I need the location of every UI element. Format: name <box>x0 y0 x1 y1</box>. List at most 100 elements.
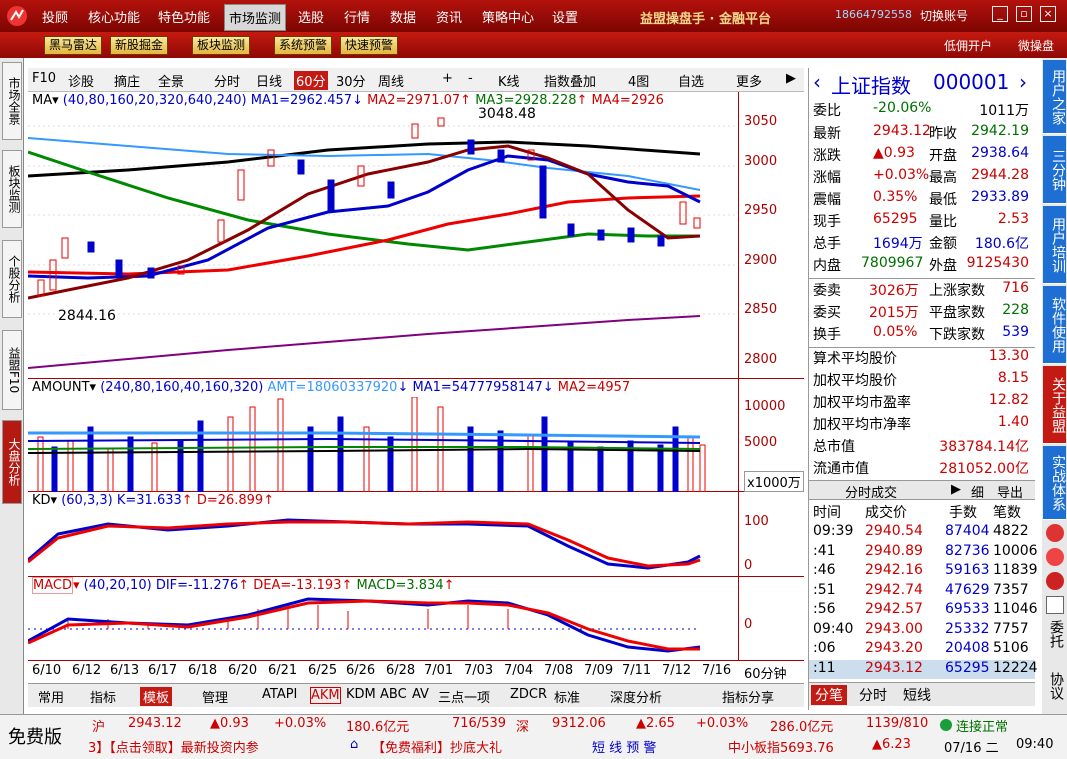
macd-pane[interactable]: MACD▾ (40,20,10) DIF=-11.276↑ DEA=-13.19… <box>28 577 804 661</box>
tab-template[interactable]: 模板 <box>140 687 173 706</box>
60min-button[interactable]: 60分 <box>294 71 328 90</box>
menu-item[interactable]: 投顾 <box>42 7 68 26</box>
tick-row[interactable]: :56 2942.57 69533 11046 <box>809 601 1038 620</box>
kd-label[interactable]: KD <box>32 493 51 508</box>
kd-pane[interactable]: KD▾ (60,3,3) K=31.633↑ D=26.899↑ 100 0 <box>28 492 804 577</box>
tab-av[interactable]: AV <box>412 687 429 702</box>
tab-abc[interactable]: ABC <box>380 687 407 702</box>
micro-trade-link[interactable]: 微操盘 <box>1018 37 1054 54</box>
zoom-in-button[interactable]: + <box>442 71 453 86</box>
index-overlay-dropdown[interactable]: 指数叠加 <box>544 71 596 90</box>
tab-zdcr[interactable]: ZDCR <box>510 687 547 702</box>
tab-manage[interactable]: 管理 <box>202 687 228 706</box>
tick-row[interactable]: 09:39 2940.54 87404 4822 <box>809 523 1035 542</box>
right-tab[interactable]: 软件使用 <box>1043 286 1066 364</box>
ticks-play-icon[interactable]: ▶ <box>951 482 961 497</box>
calculator-icon[interactable] <box>1046 596 1064 614</box>
menu-item[interactable]: 行情 <box>344 7 370 26</box>
ticks-export-button[interactable]: 导出 <box>997 482 1023 501</box>
tick-row[interactable]: 09:40 2943.00 25332 7757 <box>809 621 1035 640</box>
chat-icon[interactable] <box>1046 548 1064 566</box>
right-tab[interactable]: 三分钟 <box>1043 136 1066 204</box>
right-tab[interactable]: 用户培训 <box>1043 206 1066 284</box>
kline-dropdown[interactable]: K线 <box>498 71 520 90</box>
watchlist-dropdown[interactable]: 自选 <box>678 71 704 90</box>
tick-row[interactable]: :41 2940.89 82736 10006 <box>809 543 1038 562</box>
price-pane[interactable]: MA▾ (40,80,160,20,320,640,240) MA1=2962.… <box>28 92 804 379</box>
tab-indicator[interactable]: 指标 <box>90 687 116 706</box>
restore-icon[interactable]: ▫ <box>1016 6 1032 22</box>
collapse-icon[interactable]: ▶ <box>786 71 796 86</box>
left-tab[interactable]: 市场全景 <box>2 62 22 140</box>
menu-item[interactable]: 策略中心 <box>482 7 534 26</box>
right-tab[interactable]: 协议 <box>1043 672 1066 700</box>
30min-button[interactable]: 30分 <box>336 71 366 90</box>
toolbar-button[interactable]: 快速预警 <box>340 36 399 55</box>
toolbar-button[interactable]: 新股掘金 <box>110 36 169 55</box>
tab-three-point[interactable]: 三点一项 <box>438 687 490 706</box>
tab-common[interactable]: 常用 <box>38 687 64 706</box>
left-tab[interactable]: 板块监测 <box>2 150 22 228</box>
menu-item-active[interactable]: 市场监测 <box>224 4 287 31</box>
tick-row[interactable]: :11 2943.12 65295 12224 <box>809 659 1038 679</box>
toolbar-button[interactable]: 系统预警 <box>274 36 333 55</box>
period-label[interactable]: 60分钟 <box>744 663 787 682</box>
close-icon[interactable]: × <box>1040 6 1056 22</box>
amount-pane[interactable]: AMOUNT▾ (240,80,160,40,160,320) AMT=1806… <box>28 379 804 492</box>
ticker-text[interactable]: 3】【点击领取】最新投资内参 <box>88 737 259 756</box>
left-tab[interactable]: 个股分析 <box>2 240 22 318</box>
tab-ticks[interactable]: 分笔 <box>811 685 847 705</box>
menu-item[interactable]: 选股 <box>298 7 324 26</box>
toolbar-button[interactable]: 黑马雷达 <box>44 36 103 55</box>
right-tab[interactable]: 关于益盟 <box>1043 366 1066 444</box>
multi-chart-dropdown[interactable]: 4图 <box>628 71 649 90</box>
ticks-detail-button[interactable]: 细 <box>971 482 984 501</box>
right-tab[interactable]: 用户之家 <box>1043 60 1066 134</box>
diagnose-button[interactable]: 诊股 <box>68 71 94 90</box>
left-tab-active[interactable]: 大盘分析 <box>2 420 22 504</box>
open-account-link[interactable]: 低佣开户 <box>944 37 992 54</box>
daily-button[interactable]: 日线 <box>256 71 282 90</box>
alert-icon[interactable] <box>1046 524 1064 542</box>
menu-item[interactable]: 资讯 <box>436 7 462 26</box>
panorama-button[interactable]: 全景 <box>158 71 184 90</box>
free-version-label[interactable]: 免费版 <box>8 723 62 749</box>
menu-item[interactable]: 数据 <box>390 7 416 26</box>
f10-button[interactable]: F10 <box>32 71 56 86</box>
intraday-button[interactable]: 分时 <box>214 71 240 90</box>
right-tab[interactable]: 实战体系 <box>1043 446 1066 520</box>
menu-item[interactable]: 特色功能 <box>158 7 210 26</box>
zhaizhuang-button[interactable]: 摘庄 <box>114 71 140 90</box>
tab-standard[interactable]: 标准 <box>554 687 580 706</box>
switch-account-link[interactable]: 切换账号 <box>920 7 968 24</box>
tab-minute[interactable]: 分时 <box>859 685 887 705</box>
next-arrow-icon[interactable]: › <box>1019 70 1027 94</box>
tick-row[interactable]: :06 2943.20 20408 5106 <box>809 640 1035 659</box>
prev-arrow-icon[interactable]: ‹ <box>813 70 821 94</box>
menu-item[interactable]: 核心功能 <box>88 7 140 26</box>
service-icon[interactable] <box>1046 572 1064 590</box>
menu-item[interactable]: 设置 <box>552 7 578 26</box>
weekly-dropdown[interactable]: 周线 <box>378 71 404 90</box>
right-tab[interactable]: 委托 <box>1043 620 1066 648</box>
tab-shortline[interactable]: 短线 <box>903 685 931 705</box>
zoom-out-button[interactable]: - <box>468 71 473 86</box>
toolbar-button[interactable]: 板块监测 <box>192 36 251 55</box>
left-tab[interactable]: 益盟F10 <box>2 330 22 410</box>
chart-area[interactable]: MA▾ (40,80,160,20,320,640,240) MA1=2962.… <box>28 92 804 687</box>
amount-label[interactable]: AMOUNT <box>32 380 90 395</box>
tab-indicator-share[interactable]: 指标分享 <box>722 687 774 706</box>
warn-text[interactable]: 短 线 预 警 <box>592 737 656 756</box>
promo-text[interactable]: 【免费福利】抄底大礼 <box>372 737 502 756</box>
tick-row[interactable]: :51 2942.74 47629 7357 <box>809 582 1035 601</box>
tick-row[interactable]: :46 2942.16 59163 11839 <box>809 562 1038 581</box>
tab-atapi[interactable]: ATAPI <box>262 687 297 702</box>
ma-label[interactable]: MA <box>32 93 52 108</box>
more-dropdown[interactable]: 更多 <box>736 71 762 90</box>
minimize-icon[interactable]: _ <box>992 6 1008 22</box>
tab-kdm[interactable]: KDM <box>346 687 376 702</box>
home-icon[interactable]: ⌂ <box>350 737 358 752</box>
macd-label[interactable]: MACD <box>32 577 73 594</box>
tab-akm[interactable]: AKM <box>310 687 341 704</box>
tab-deep-analysis[interactable]: 深度分析 <box>610 687 662 706</box>
